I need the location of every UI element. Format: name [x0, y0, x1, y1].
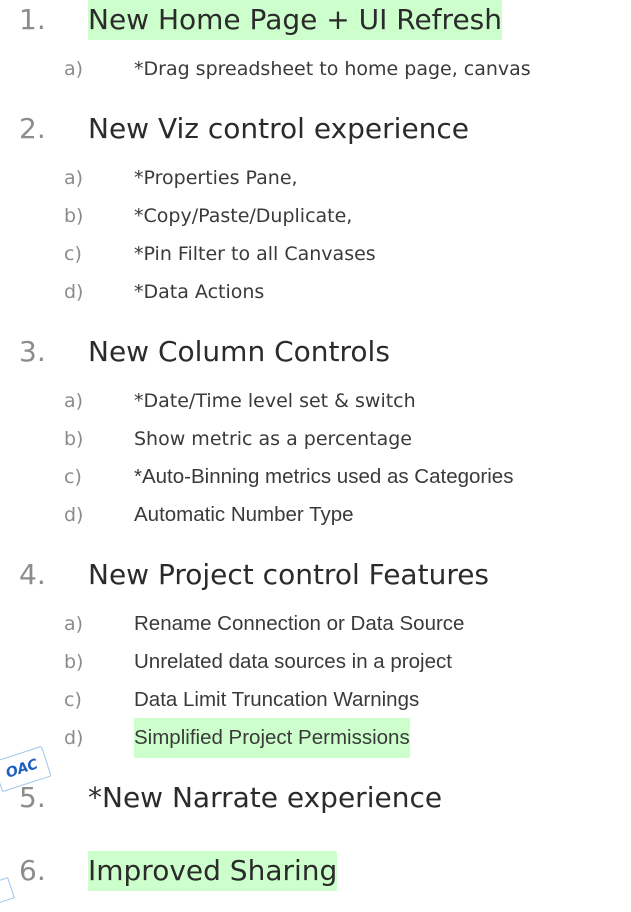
- section-title: *New Narrate experience: [88, 781, 443, 814]
- item-letter: b): [64, 428, 84, 450]
- list-item: b) *Copy/Paste/Duplicate,: [0, 196, 631, 236]
- section-title: New Home Page + UI Refresh: [88, 0, 502, 40]
- section-number: 1.: [19, 3, 46, 36]
- item-letter: c): [64, 689, 82, 711]
- list-item: c) *Pin Filter to all Canvases: [0, 234, 631, 274]
- section-number: 4.: [19, 558, 46, 591]
- item-text: *Properties Pane,: [134, 167, 298, 189]
- list-item: b) Unrelated data sources in a project: [0, 642, 631, 682]
- section-6: 6. Improved Sharing: [0, 851, 620, 911]
- item-letter: c): [64, 243, 82, 265]
- list-item: d) Automatic Number Type: [0, 495, 631, 535]
- section-number: 6.: [19, 854, 46, 887]
- item-text: *Drag spreadsheet to home page, canvas: [134, 58, 531, 80]
- list-item: c) *Auto-Binning metrics used as Categor…: [0, 457, 631, 497]
- section-number: 3.: [19, 335, 46, 368]
- list-item: a) *Date/Time level set & switch: [0, 381, 631, 421]
- item-text: Data Limit Truncation Warnings: [134, 688, 420, 711]
- item-text: Show metric as a percentage: [134, 428, 412, 450]
- item-letter: a): [64, 390, 84, 412]
- item-text: *Auto-Binning metrics used as Categories: [134, 465, 514, 488]
- item-letter: d): [64, 504, 84, 526]
- item-letter: b): [64, 651, 84, 673]
- section-title: Improved Sharing: [88, 851, 338, 891]
- section-number: 2.: [19, 112, 46, 145]
- list-item: a) Rename Connection or Data Source: [0, 604, 631, 644]
- list-item: d) Simplified Project Permissions: [0, 718, 631, 758]
- item-text: *Pin Filter to all Canvases: [134, 243, 376, 265]
- item-letter: a): [64, 613, 84, 635]
- item-letter: b): [64, 205, 84, 227]
- item-text: *Copy/Paste/Duplicate,: [134, 205, 353, 227]
- section-number: 5.: [19, 781, 46, 814]
- list-item: b) Show metric as a percentage: [0, 419, 631, 459]
- item-text: Automatic Number Type: [134, 503, 354, 526]
- item-letter: a): [64, 167, 84, 189]
- list-item: c) Data Limit Truncation Warnings: [0, 680, 631, 720]
- item-letter: c): [64, 466, 82, 488]
- item-letter: d): [64, 281, 84, 303]
- section-title: New Viz control experience: [88, 112, 470, 145]
- section-title: New Column Controls: [88, 335, 390, 368]
- list-item: a) *Properties Pane,: [0, 158, 631, 198]
- item-text: Rename Connection or Data Source: [134, 612, 465, 635]
- item-letter: d): [64, 727, 84, 749]
- item-text: *Data Actions: [134, 281, 265, 303]
- item-text: Unrelated data sources in a project: [134, 650, 452, 673]
- section-title: New Project control Features: [88, 558, 490, 591]
- list-item: a) *Drag spreadsheet to home page, canva…: [0, 49, 631, 89]
- item-text: *Date/Time level set & switch: [134, 390, 416, 412]
- section-5: 5. *New Narrate experience: [0, 778, 620, 838]
- item-text: Simplified Project Permissions: [134, 718, 410, 758]
- list-item: d) *Data Actions: [0, 272, 631, 312]
- item-letter: a): [64, 58, 84, 80]
